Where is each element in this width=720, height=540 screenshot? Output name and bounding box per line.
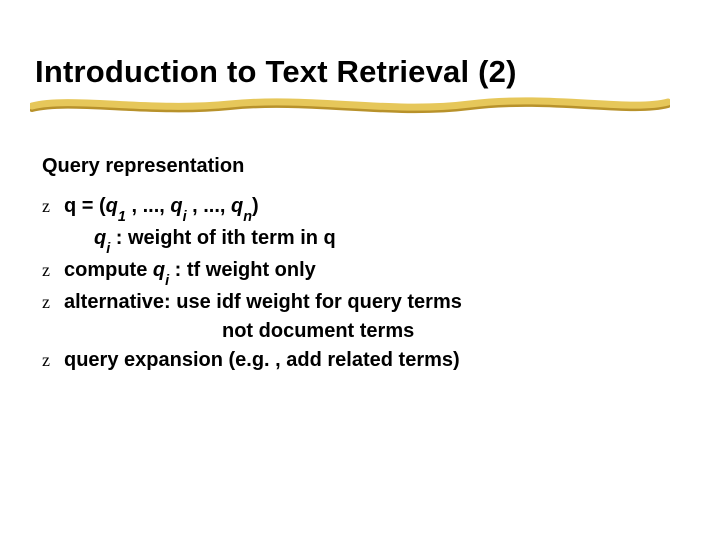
slide-title: Introduction to Text Retrieval (2) xyxy=(35,54,517,90)
bullet-line-4: z query expansion (e.g. , add related te… xyxy=(42,346,462,375)
sep: , ..., xyxy=(126,195,170,217)
var-q: q xyxy=(231,195,243,217)
sub-i: i xyxy=(106,241,110,257)
var-q: q xyxy=(94,227,106,249)
sub-n: n xyxy=(243,209,252,225)
section-heading: Query representation xyxy=(42,155,244,178)
sub-i: i xyxy=(165,273,169,289)
line-content: query expansion (e.g. , add related term… xyxy=(64,346,462,375)
title-underline xyxy=(30,93,670,123)
line-content: alternative: use idf weight for query te… xyxy=(64,288,462,317)
var-q: q xyxy=(106,195,118,217)
sep: , ..., xyxy=(187,195,231,217)
sub-line-1b: qi : weight of ith term in q xyxy=(42,224,462,256)
txt: : tf weight only xyxy=(169,259,316,281)
txt: : weight of ith term in q xyxy=(110,227,336,249)
bullet-icon: z xyxy=(42,192,64,221)
line-content: q = (q1 , ..., qi , ..., qn) xyxy=(64,192,462,224)
var-q: q xyxy=(153,259,165,281)
sub-1: 1 xyxy=(118,209,126,225)
body-text: z q = (q1 , ..., qi , ..., qn) qi : weig… xyxy=(42,192,462,375)
bullet-icon: z xyxy=(42,256,64,285)
txt: compute xyxy=(64,259,153,281)
bullet-icon: z xyxy=(42,288,64,317)
sub-line-3b: not document terms xyxy=(42,317,462,346)
bullet-line-2: z compute qi : tf weight only xyxy=(42,256,462,288)
bullet-icon: z xyxy=(42,346,64,375)
line-content: compute qi : tf weight only xyxy=(64,256,462,288)
var-q: q xyxy=(170,195,182,217)
txt: q = ( xyxy=(64,195,106,217)
bullet-line-3: z alternative: use idf weight for query … xyxy=(42,288,462,317)
slide: Introduction to Text Retrieval (2) Query… xyxy=(0,0,720,540)
sub-i: i xyxy=(183,209,187,225)
bullet-line-1: z q = (q1 , ..., qi , ..., qn) xyxy=(42,192,462,224)
close: ) xyxy=(252,195,259,217)
